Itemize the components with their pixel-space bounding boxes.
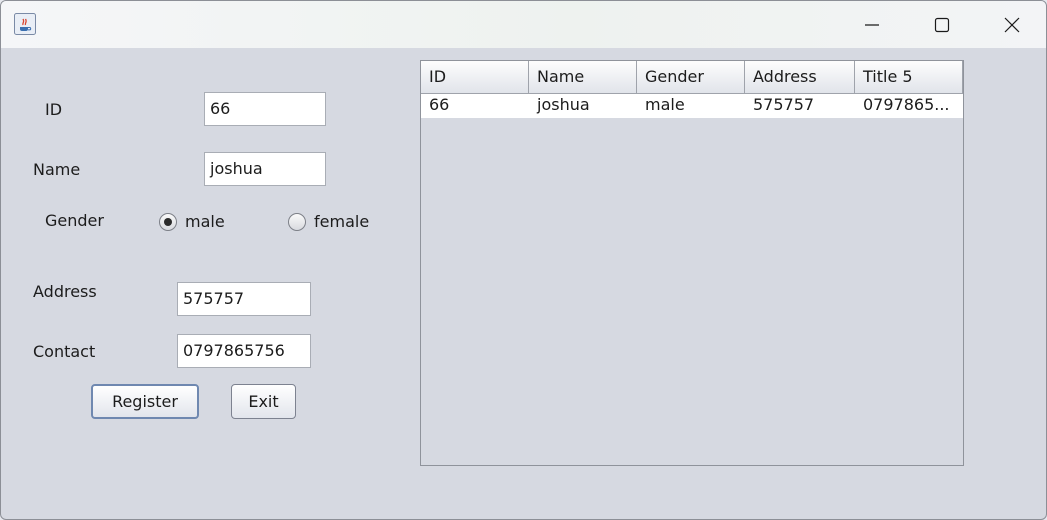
column-header-address[interactable]: Address xyxy=(745,61,855,94)
address-label: Address xyxy=(33,282,97,301)
app-window: ID 66 Name joshua Gender male female Add… xyxy=(0,0,1047,520)
radio-unselected-icon xyxy=(288,212,306,231)
close-button[interactable] xyxy=(977,1,1046,48)
contact-field[interactable]: 0797865756 xyxy=(177,334,311,368)
maximize-icon xyxy=(934,17,950,33)
gender-label: Gender xyxy=(45,211,104,230)
records-table[interactable]: ID Name Gender Address Title 5 66 joshua… xyxy=(420,60,964,466)
table-cell: 575757 xyxy=(753,95,815,114)
title-bar[interactable] xyxy=(1,1,1046,48)
table-cell: male xyxy=(645,95,685,114)
name-label: Name xyxy=(33,160,81,179)
table-row[interactable]: 66 joshua male 575757 0797865... xyxy=(421,94,963,118)
table-cell: joshua xyxy=(537,95,590,114)
radio-selected-icon xyxy=(159,212,177,231)
column-header-name[interactable]: Name xyxy=(529,61,637,94)
exit-button[interactable]: Exit xyxy=(231,384,296,419)
register-button[interactable]: Register xyxy=(91,384,199,419)
column-header-id[interactable]: ID xyxy=(421,61,529,94)
name-field[interactable]: joshua xyxy=(204,152,326,186)
minimize-button[interactable] xyxy=(837,1,907,48)
address-field[interactable]: 575757 xyxy=(177,282,311,316)
gender-radio-male[interactable]: male xyxy=(159,212,225,231)
contact-label: Contact xyxy=(33,342,96,361)
close-icon xyxy=(1004,17,1020,33)
column-header-gender[interactable]: Gender xyxy=(637,61,745,94)
minimize-icon xyxy=(865,24,879,26)
gender-option-label: female xyxy=(314,212,370,231)
table-cell: 66 xyxy=(429,95,450,114)
client-area: ID 66 Name joshua Gender male female Add… xyxy=(1,48,1046,519)
maximize-button[interactable] xyxy=(907,1,977,48)
java-coffee-cup-icon[interactable] xyxy=(14,13,36,35)
gender-option-label: male xyxy=(185,212,225,231)
gender-radio-female[interactable]: female xyxy=(288,212,369,231)
table-cell: 0797865... xyxy=(863,95,950,114)
table-header: ID Name Gender Address Title 5 xyxy=(421,61,963,94)
column-header-title-5[interactable]: Title 5 xyxy=(855,61,963,94)
id-label: ID xyxy=(45,100,63,119)
id-field[interactable]: 66 xyxy=(204,92,326,126)
